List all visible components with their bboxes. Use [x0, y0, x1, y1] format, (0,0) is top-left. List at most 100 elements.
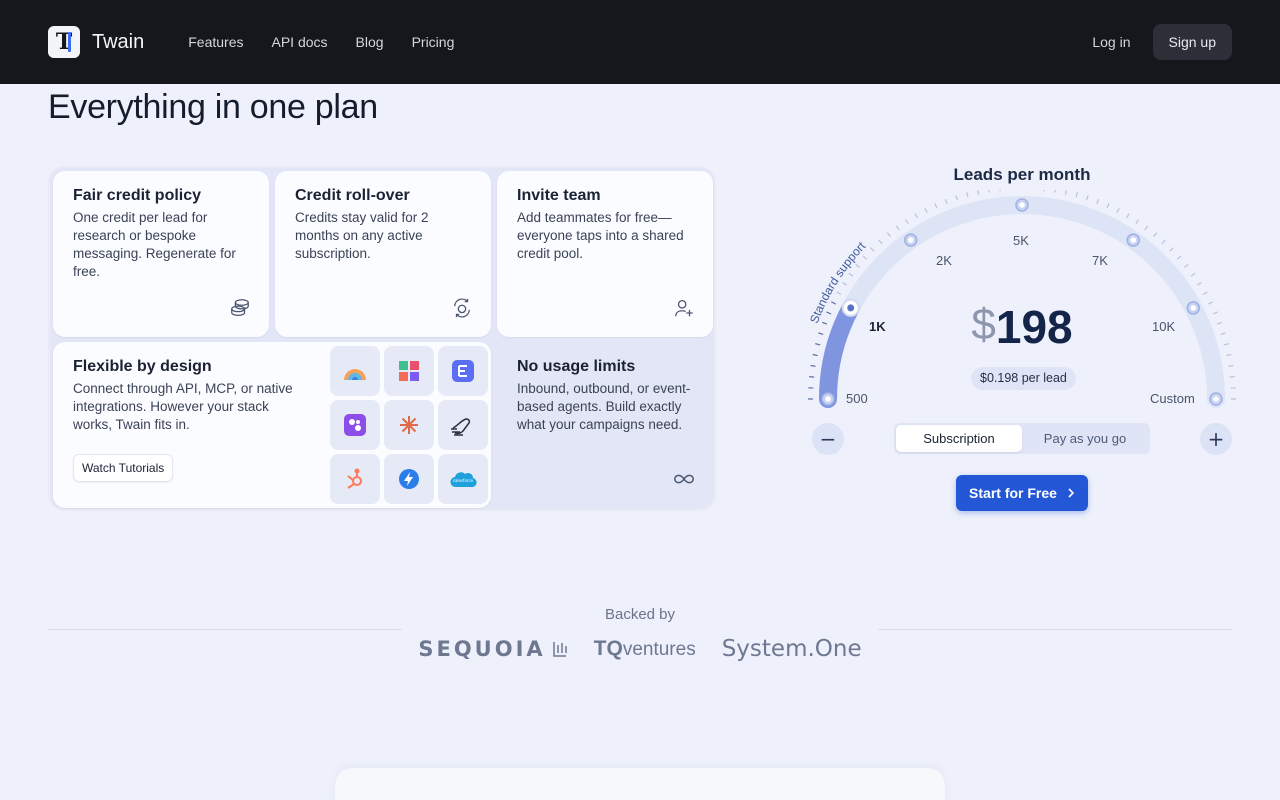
elementor-icon — [452, 360, 474, 382]
gauge-node-1k[interactable] — [841, 298, 860, 317]
gauge-tick-mark — [1212, 311, 1218, 315]
gauge-tick-mark — [1116, 208, 1120, 214]
gauge-tick-mark — [966, 192, 969, 198]
billing-toggle: Subscription Pay as you go — [894, 423, 1150, 454]
watch-tutorials-button[interactable]: Watch Tutorials — [73, 454, 174, 482]
gauge-node-custom[interactable] — [1209, 392, 1223, 406]
gauge-tick-mark — [1202, 291, 1208, 296]
brand-logo[interactable]: T Twain — [48, 26, 144, 58]
gauge-tick-mark — [1190, 272, 1196, 277]
gauge-tick-mark — [826, 311, 832, 315]
gauge-tick-mark — [812, 353, 818, 357]
increase-leads-button[interactable]: + — [1200, 423, 1232, 455]
feature-text: Credits stay valid for 2 months on any a… — [295, 210, 429, 261]
integration-tile — [330, 454, 380, 504]
subscription-tab[interactable]: Subscription — [896, 425, 1022, 452]
gauge-tick-mark — [1196, 281, 1202, 286]
gauge-tick-mark — [1096, 198, 1100, 205]
zapier-bolt-icon — [399, 469, 419, 489]
nav-auth: Log in Sign up — [1092, 24, 1232, 60]
gauge-node-7k[interactable] — [1126, 233, 1141, 247]
gauge-tick-mark — [1176, 255, 1182, 260]
gauge-tick-mark — [1226, 353, 1232, 357]
integration-tile — [384, 454, 434, 504]
claude-icon — [400, 416, 418, 434]
gauge-tick-mark — [904, 219, 909, 225]
tick-label-500[interactable]: 500 — [846, 391, 868, 406]
decrease-leads-button[interactable]: − — [812, 423, 844, 455]
pay-as-you-go-tab[interactable]: Pay as you go — [1022, 425, 1148, 452]
gauge-tick-mark — [1161, 239, 1166, 245]
refresh-coins-icon — [454, 298, 470, 318]
gauge-tick-mark — [976, 190, 980, 195]
nav-link-api-docs[interactable]: API docs — [272, 34, 328, 50]
signup-button[interactable]: Sign up — [1152, 24, 1232, 60]
gauge-tick-mark — [878, 239, 883, 245]
nav-link-features[interactable]: Features — [188, 34, 243, 50]
tick-label-7k[interactable]: 7K — [1092, 253, 1108, 268]
gauge-tick-mark — [1043, 190, 1045, 192]
gauge-tick-mark — [1220, 332, 1226, 335]
gauge-tick-mark — [815, 343, 821, 346]
login-link[interactable]: Log in — [1092, 34, 1130, 50]
gauge-tick-mark — [821, 321, 828, 325]
user-plus-icon — [675, 300, 693, 317]
divider-right — [878, 629, 1232, 630]
hubspot-icon — [347, 468, 362, 489]
feature-title: Fair credit policy — [73, 187, 202, 204]
gauge-node-500[interactable] — [821, 392, 835, 406]
gauge-tick-mark — [934, 203, 938, 209]
per-lead-badge: $0.198 per lead — [971, 367, 1076, 390]
gauge-tick-mark — [1228, 364, 1234, 367]
feature-text: One credit per lead for research or besp… — [73, 210, 236, 279]
sequoia-leaf-icon — [552, 642, 567, 657]
gauge-tick-mark — [1216, 321, 1223, 325]
gauge-tick-mark — [1229, 376, 1235, 378]
feature-card-no-limits: No usage limits Inbound, outbound, or ev… — [497, 342, 713, 508]
gauge-node-10k[interactable] — [1186, 301, 1201, 315]
backed-by-label: Backed by — [604, 606, 676, 623]
gauge-tick-mark — [855, 263, 860, 268]
top-nav: T Twain Features API docs Blog Pricing L… — [0, 0, 1280, 84]
cta-label: Start for Free — [969, 485, 1057, 501]
start-for-free-button[interactable]: Start for Free — [956, 475, 1088, 511]
gauge-tick-mark — [818, 332, 824, 335]
integrations-grid: salesforce — [330, 346, 488, 504]
tick-label-5k[interactable]: 5K — [1013, 233, 1029, 248]
grid-blocks-icon — [399, 361, 419, 381]
gauge-tick-mark — [862, 255, 868, 260]
gauge-tick-mark — [810, 364, 816, 367]
gauge-node-5k[interactable] — [1015, 198, 1029, 212]
gauge-tick-mark — [1075, 192, 1078, 198]
system-one-logo: System.One — [721, 636, 862, 662]
integration-tile — [330, 400, 380, 450]
gauge-tick-mark — [1106, 203, 1110, 209]
gauge-tick-mark — [842, 281, 848, 286]
feature-card-rollover: Credit roll-over Credits stay valid for … — [275, 171, 491, 337]
tq-ventures-logo: TQventures — [593, 637, 696, 660]
page-title: Everything in one plan — [48, 88, 378, 126]
integration-tile — [438, 400, 488, 450]
feature-title: Credit roll-over — [295, 187, 410, 204]
gauge-tick-mark — [870, 247, 875, 252]
gauge-tick-mark — [914, 213, 919, 219]
tick-label-custom[interactable]: Custom — [1150, 391, 1195, 406]
nav-link-blog[interactable]: Blog — [356, 34, 384, 50]
gauge-node-2k[interactable] — [903, 233, 918, 247]
gauge-tick-mark — [836, 291, 842, 296]
feature-text: Connect through API, MCP, or native inte… — [73, 381, 293, 432]
brand-name: Twain — [92, 30, 145, 53]
infinity-icon — [674, 474, 694, 484]
feature-text: Inbound, outbound, or event-based agents… — [517, 381, 691, 432]
nav-link-pricing[interactable]: Pricing — [412, 34, 455, 50]
tick-label-1k[interactable]: 1K — [869, 319, 886, 334]
tick-label-2k[interactable]: 2K — [936, 253, 952, 268]
gauge-tick-mark — [848, 272, 854, 277]
gauge-title: Leads per month — [953, 165, 1091, 184]
gauge-tick-mark — [1169, 247, 1174, 252]
gauge-tick-mark — [1153, 232, 1158, 237]
integration-tile — [330, 346, 380, 396]
tick-label-10k[interactable]: 10K — [1152, 319, 1175, 334]
integration-tile — [384, 346, 434, 396]
salesforce-label: salesforce — [453, 478, 474, 483]
